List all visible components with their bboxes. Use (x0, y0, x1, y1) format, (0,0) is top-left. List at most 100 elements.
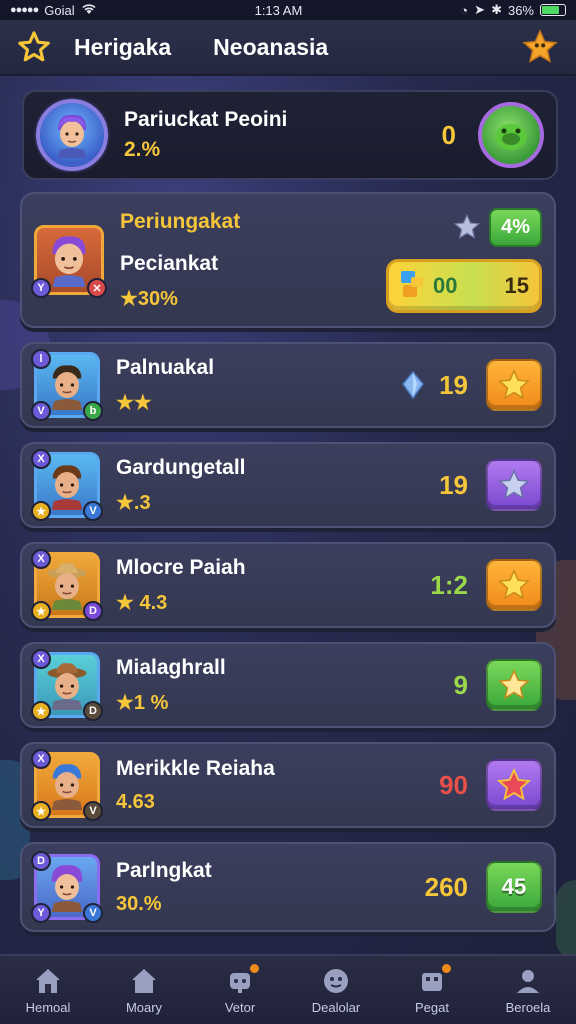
row-text: Periungakat Peciankat ★30% (120, 210, 240, 311)
row-rating: ★.3 (116, 491, 151, 514)
leaderboard-row-self[interactable]: D Y V Parlngkat 30.% 260 45 (20, 842, 556, 932)
leaderboard-row[interactable]: l V b Palnuakal ★★ 19 (20, 342, 556, 428)
face-icon (320, 966, 352, 996)
alarm-icon: ◔ (460, 2, 469, 18)
gold-star-icon (498, 369, 530, 400)
leaderboard-list: Y ✕ Periungakat Peciankat ★30% 4% 00 15 (20, 192, 558, 946)
character-portrait-icon (51, 465, 83, 510)
reward-count-right: 15 (504, 272, 529, 298)
house-icon (128, 966, 160, 996)
class-badge-icon: V (31, 401, 51, 421)
bottom-navigation: Hemoal Moary Vetor Dealolar Pegat Beroel… (0, 954, 576, 1024)
row-action-tile[interactable] (486, 659, 542, 711)
leaderboard-row[interactable]: X ★ V Gardungetall ★.3 19 (20, 442, 556, 528)
row-rating: ★ 4.3 (116, 591, 168, 614)
player-profile-card[interactable]: Pariuckat Peoini 2.% 0 (22, 90, 558, 180)
row-avatar[interactable]: Y ✕ (31, 225, 107, 298)
battery-icon (540, 4, 566, 16)
row-name: Gardungetall (116, 455, 246, 479)
row-action-tile[interactable] (486, 459, 542, 511)
row-text: Gardungetall ★.3 (116, 456, 246, 515)
character-portrait-icon (47, 563, 87, 610)
signal-dots-icon: ●●●●● (10, 4, 39, 16)
featured-badge-value[interactable]: 4% (489, 207, 542, 247)
rank-badge-icon: D (31, 851, 51, 871)
row-avatar[interactable]: X ★ D (31, 649, 103, 721)
blue-gem-icon (402, 370, 425, 400)
row-name: Mlocre Paiah (116, 555, 246, 579)
background-decoration (556, 880, 576, 960)
clock: 1:13 AM (254, 2, 303, 18)
green-creature-icon (495, 124, 527, 150)
row-score: 90 (439, 769, 468, 800)
bluetooth-icon: ✱ (491, 2, 502, 17)
people-icon (512, 966, 544, 996)
star-badge-icon: ★ (31, 701, 51, 721)
nav-label: Pegat (415, 999, 449, 1015)
leaderboard-row[interactable]: X ★ V Merikkle Reiaha 4.63 90 (20, 742, 556, 828)
app-header: Herigaka Neoanasia (0, 20, 576, 76)
leaderboard-row-featured[interactable]: Y ✕ Periungakat Peciankat ★30% 4% 00 15 (20, 192, 556, 328)
row-avatar[interactable]: X ★ V (31, 749, 103, 821)
row-action-tile[interactable] (486, 359, 542, 411)
silver-star-icon (454, 213, 481, 239)
row-score: 19 (439, 469, 468, 500)
status-right: ◔ ➤ ✱ 36% (460, 2, 566, 18)
leaderboard-row[interactable]: X ★ D Mlocre Paiah ★ 4.3 1:2 (20, 542, 556, 628)
character-portrait-icon (51, 865, 83, 912)
character-portrait-icon (51, 365, 83, 410)
gold-star-icon (498, 569, 530, 600)
player-face-icon (58, 114, 86, 158)
row-action-tile[interactable] (486, 559, 542, 611)
nav-item-home[interactable]: Hemoal (3, 966, 93, 1015)
row-action-tile[interactable]: 45 (486, 861, 542, 913)
nav-item-pegat[interactable]: Pegat (387, 963, 477, 1015)
favorites-star-icon[interactable] (16, 29, 52, 65)
header-subtitle[interactable]: Neoanasia (213, 34, 328, 61)
row-rating: ★★ (116, 391, 152, 414)
carrier-label: Goial (44, 2, 75, 18)
nav-item-beroela[interactable]: Beroela (483, 966, 573, 1015)
row-score: 260 (424, 871, 468, 902)
role-badge-icon: D (83, 701, 103, 721)
battery-percent: 36% (507, 2, 534, 18)
row-avatar[interactable]: X ★ D (31, 549, 103, 621)
nav-item-moary[interactable]: Moary (99, 966, 189, 1015)
class-badge-icon: Y (31, 278, 51, 298)
row-rating: 4.63 (116, 790, 155, 813)
row-avatar[interactable]: l V b (31, 349, 103, 421)
featured-name: Peciankat (120, 251, 219, 275)
gold-star-icon (498, 669, 530, 700)
role-badge-icon: V (83, 903, 103, 923)
featured-reward-bar[interactable]: 00 15 (386, 258, 542, 313)
profile-emblem[interactable] (478, 102, 544, 168)
row-action-tile[interactable] (486, 759, 542, 811)
featured-actions: 4% 00 15 (386, 207, 542, 313)
class-badge-icon: Y (31, 903, 51, 923)
leaderboard-row[interactable]: X ★ D Mialaghrall ★1 % 9 (20, 642, 556, 728)
role-badge-icon: V (83, 501, 103, 521)
row-text: Mlocre Paiah ★ 4.3 (116, 556, 246, 615)
row-avatar[interactable]: D Y V (31, 851, 103, 923)
row-avatar[interactable]: X ★ V (31, 449, 103, 521)
row-text: Parlngkat 30.% (116, 859, 212, 916)
status-bar: ●●●●● Goial 1:13 AM ◔ ➤ ✱ 36% (0, 0, 576, 20)
row-rating: ★1 % (116, 691, 169, 714)
rank-badge-icon: X (31, 449, 51, 469)
nav-item-vetor[interactable]: Vetor (195, 963, 285, 1015)
player-avatar[interactable] (36, 99, 108, 171)
status-left: ●●●●● Goial (10, 3, 97, 18)
star-badge-icon: ★ (31, 801, 51, 821)
featured-rating: ★30% (120, 287, 178, 310)
tile-value: 45 (501, 874, 527, 899)
nav-label: Dealolar (311, 999, 361, 1015)
red-star-icon (496, 767, 532, 801)
reward-count-left: 00 (433, 272, 458, 298)
header-title[interactable]: Herigaka (74, 34, 171, 61)
row-name: Parlngkat (116, 858, 212, 882)
character-portrait-icon (52, 236, 86, 287)
nav-item-dealolar[interactable]: Dealolar (291, 966, 381, 1015)
star-badge-icon: ★ (31, 601, 51, 621)
rewards-star-icon[interactable] (520, 27, 560, 67)
character-portrait-icon (51, 764, 83, 810)
